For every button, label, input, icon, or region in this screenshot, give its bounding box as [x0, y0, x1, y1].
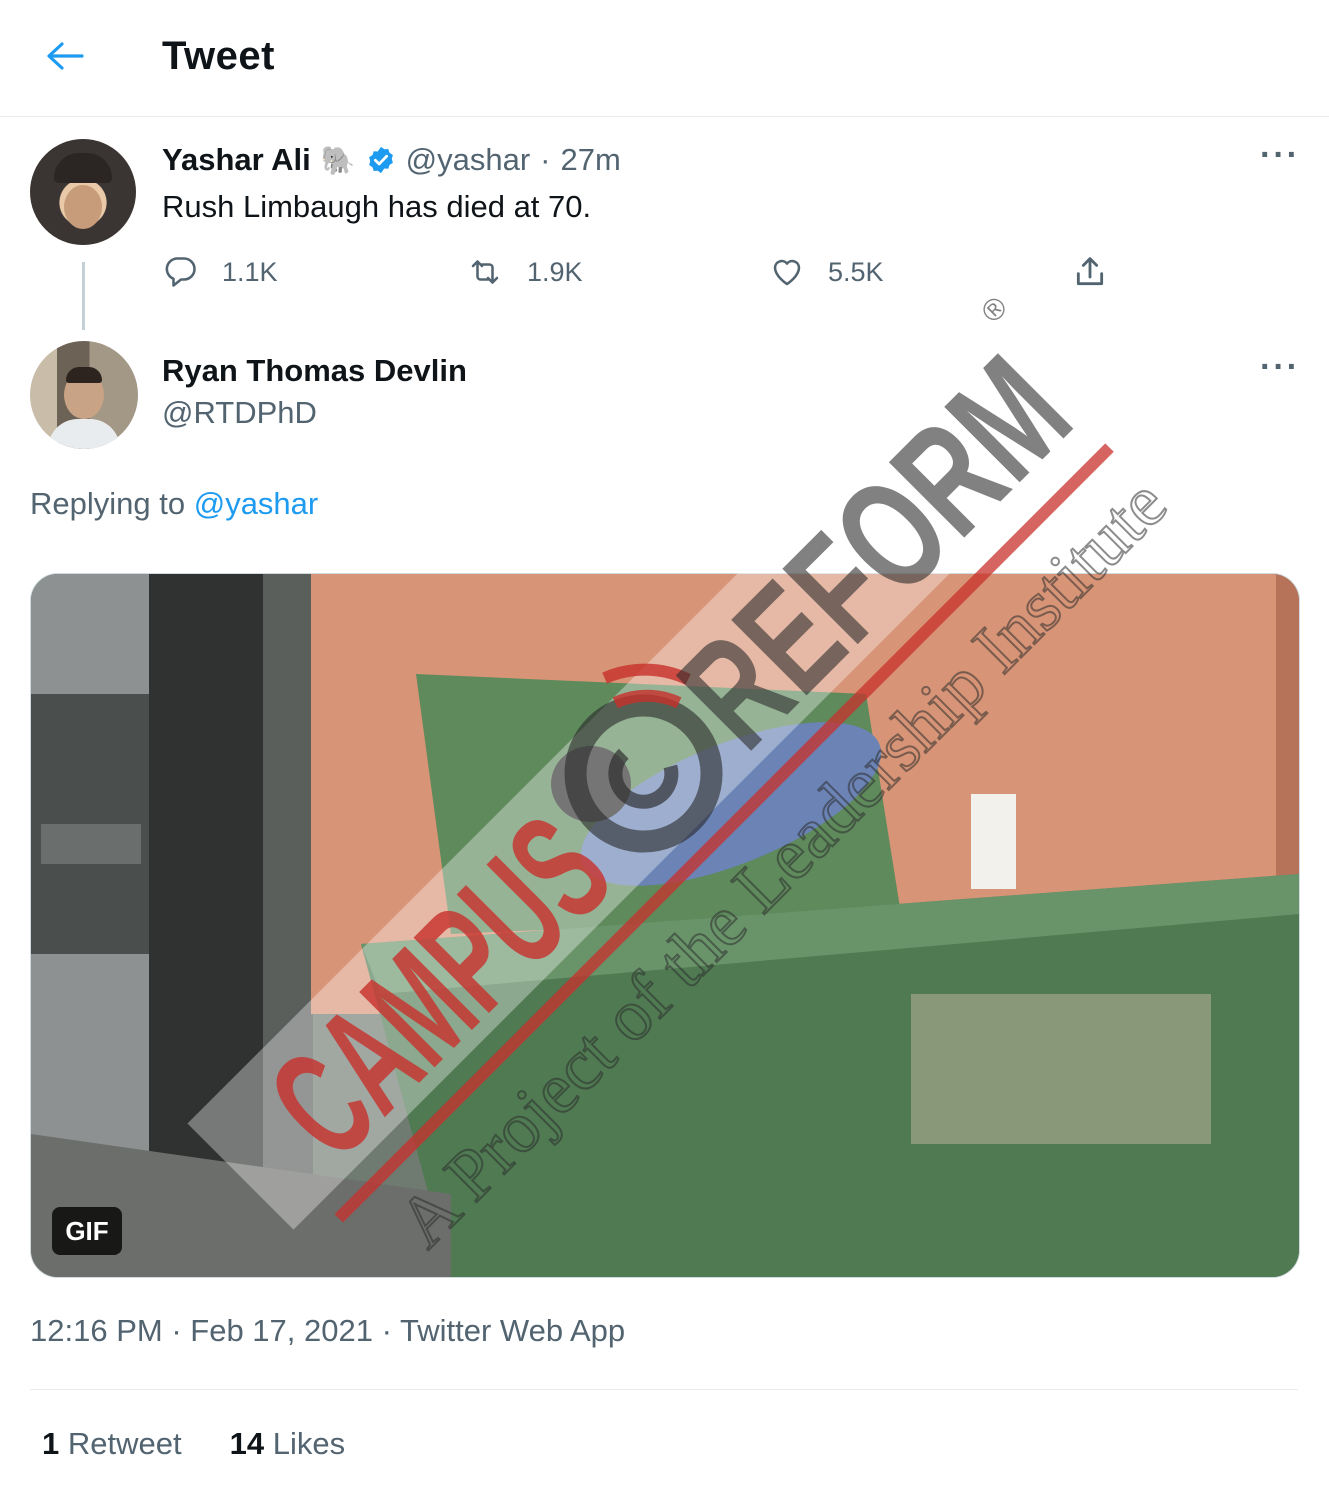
author-handle[interactable]: @yashar [406, 142, 531, 178]
avatar-rtdphd[interactable] [30, 341, 138, 449]
reply-icon [165, 257, 196, 287]
tweet-stats: 1 Retweet 14 Likes [42, 1426, 345, 1462]
replying-to: Replying to @yashar [30, 486, 318, 522]
retweet-stat-count: 1 [42, 1426, 60, 1461]
likes-stat[interactable]: 14 Likes [230, 1426, 345, 1462]
author-handle[interactable]: @RTDPhD [162, 395, 317, 431]
retweets-stat[interactable]: 1 Retweet [42, 1426, 182, 1462]
gif-media[interactable] [30, 573, 1300, 1278]
arrow-left-icon [47, 42, 84, 70]
tweet-source[interactable]: Twitter Web App [400, 1313, 625, 1348]
reply-button[interactable]: 1.1K [162, 254, 278, 290]
elephant-emoji: 🐘 [320, 144, 356, 176]
author-name[interactable]: Ryan Thomas Devlin [162, 353, 467, 389]
tweet-date[interactable]: Feb 17, 2021 [190, 1313, 373, 1348]
retweet-icon [471, 260, 499, 284]
author-name[interactable]: Yashar Ali [162, 142, 311, 178]
like-count: 5.5K [828, 256, 884, 287]
tweet-meta: 12:16 PM · Feb 17, 2021 · Twitter Web Ap… [30, 1313, 625, 1349]
replying-handle-link[interactable]: @yashar [194, 486, 319, 521]
tweet-time[interactable]: 27m [560, 142, 620, 178]
back-button[interactable] [36, 32, 92, 80]
like-stat-label: Likes [272, 1426, 346, 1461]
retweet-button[interactable]: 1.9K [465, 254, 583, 290]
heart-icon [773, 259, 801, 286]
gif-frame [31, 574, 1299, 1277]
like-button[interactable]: 5.5K [768, 254, 884, 290]
tweet-timestamp[interactable]: 12:16 PM [30, 1313, 163, 1348]
thread-line [82, 262, 85, 330]
divider [30, 1389, 1298, 1390]
separator: · [540, 142, 551, 177]
reply-count: 1.1K [222, 256, 278, 287]
verified-badge-icon [368, 146, 393, 174]
share-icon [1076, 257, 1104, 286]
like-stat-count: 14 [229, 1426, 265, 1461]
avatar-yashar[interactable] [30, 139, 136, 245]
retweet-stat-label: Retweet [67, 1426, 182, 1461]
share-button[interactable] [1070, 252, 1110, 292]
watermark-registered: ® [975, 291, 1014, 330]
separator: · [381, 1313, 392, 1348]
tweet1-header: Yashar Ali 🐘 @yashar · 27m [162, 142, 621, 178]
page-title: Tweet [162, 34, 275, 78]
retweet-count: 1.9K [527, 256, 583, 287]
more-options-button[interactable]: ··· [1260, 136, 1300, 175]
more-options-button[interactable]: ··· [1260, 348, 1300, 387]
replying-prefix: Replying to [30, 486, 194, 521]
separator: · [171, 1313, 182, 1348]
tweet-text: Rush Limbaugh has died at 70. [162, 189, 592, 224]
gif-badge: GIF [52, 1207, 122, 1255]
